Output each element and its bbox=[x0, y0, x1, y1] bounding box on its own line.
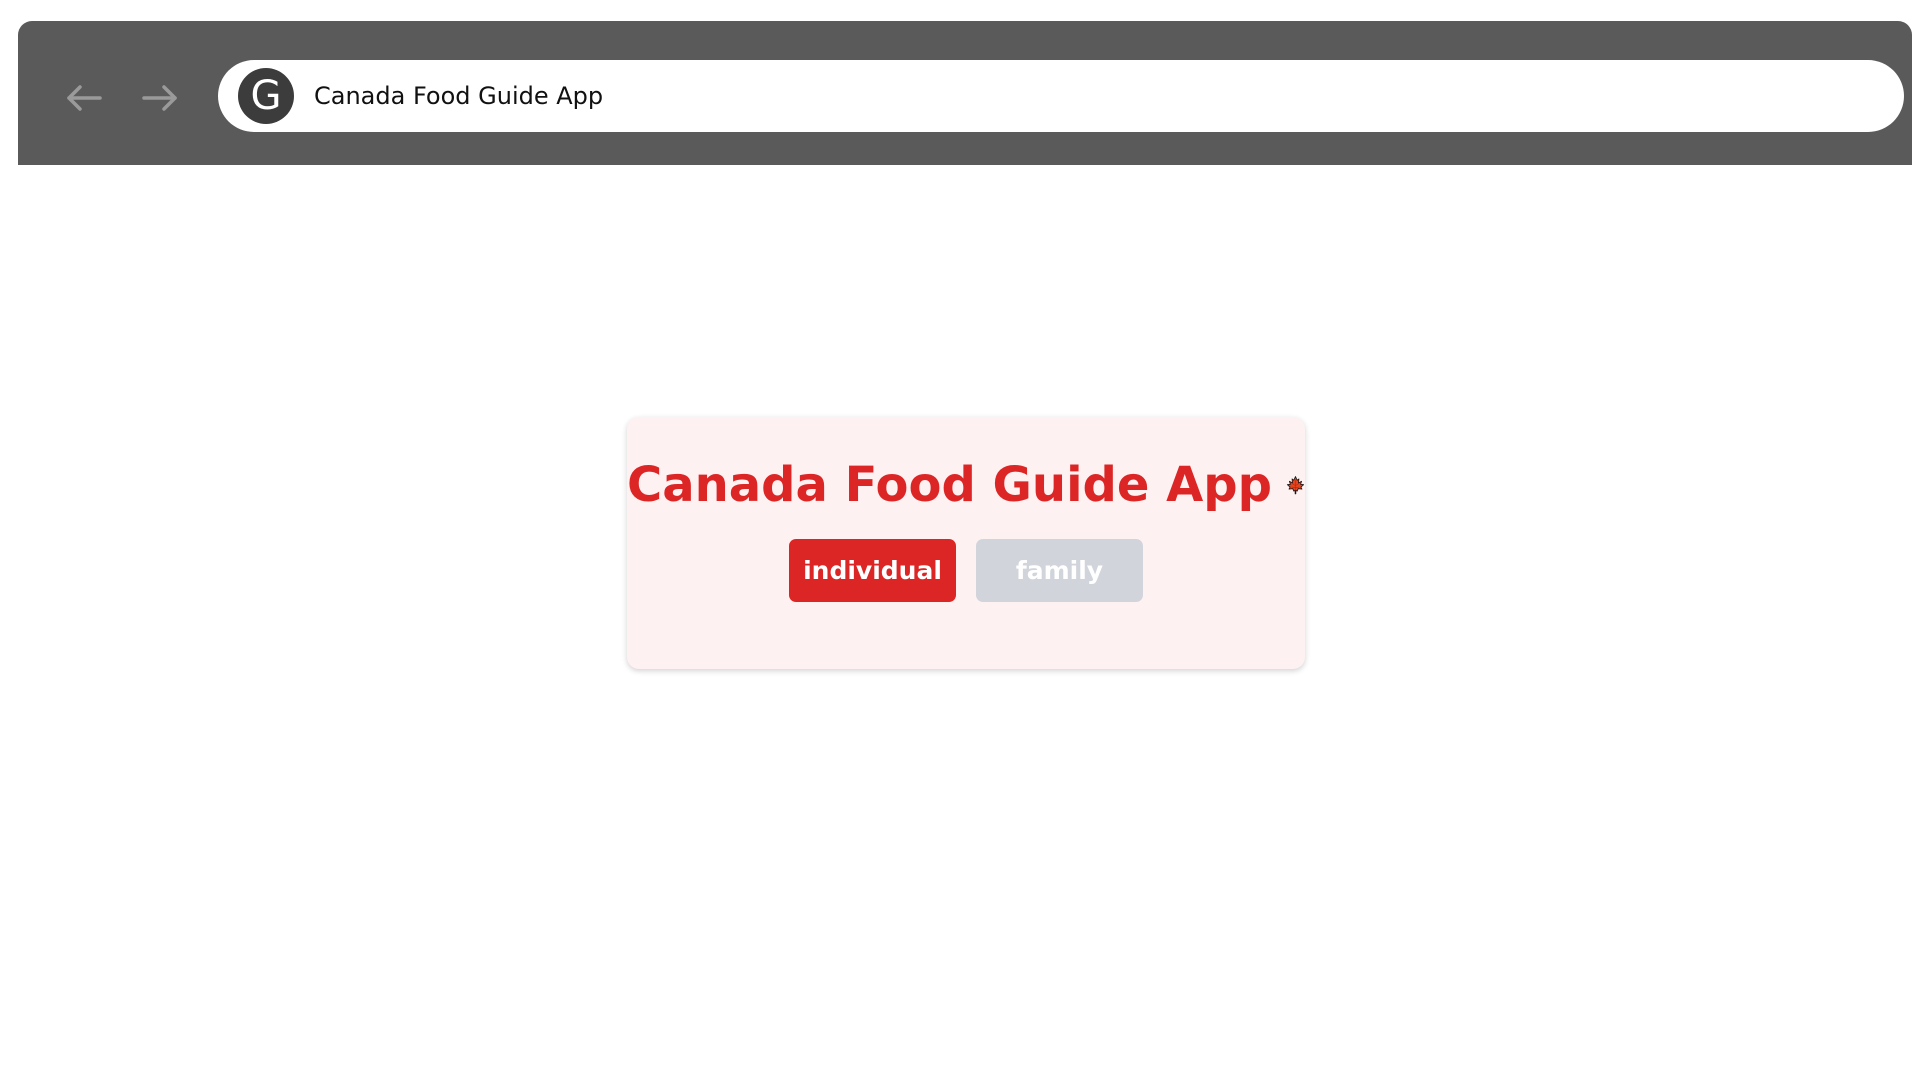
title-row: Canada Food Guide App bbox=[627, 457, 1305, 513]
family-button[interactable]: family bbox=[976, 539, 1143, 602]
page-title: Canada Food Guide App bbox=[627, 457, 1273, 513]
site-favicon-icon: G bbox=[238, 68, 294, 124]
mode-toggle: individual family bbox=[627, 539, 1305, 602]
arrow-left-icon bbox=[67, 85, 102, 111]
browser-chrome: G Canada Food Guide App bbox=[18, 21, 1912, 165]
address-text[interactable]: Canada Food Guide App bbox=[314, 82, 603, 110]
app-card: Canada Food Guide App individual family bbox=[627, 417, 1305, 669]
address-bar[interactable]: G Canada Food Guide App bbox=[218, 60, 1904, 132]
arrow-right-icon bbox=[142, 85, 177, 111]
back-button[interactable] bbox=[62, 78, 106, 118]
maple-leaf-icon bbox=[1286, 476, 1305, 495]
individual-button[interactable]: individual bbox=[789, 539, 956, 602]
site-icon-letter: G bbox=[250, 73, 282, 119]
forward-button[interactable] bbox=[138, 78, 182, 118]
